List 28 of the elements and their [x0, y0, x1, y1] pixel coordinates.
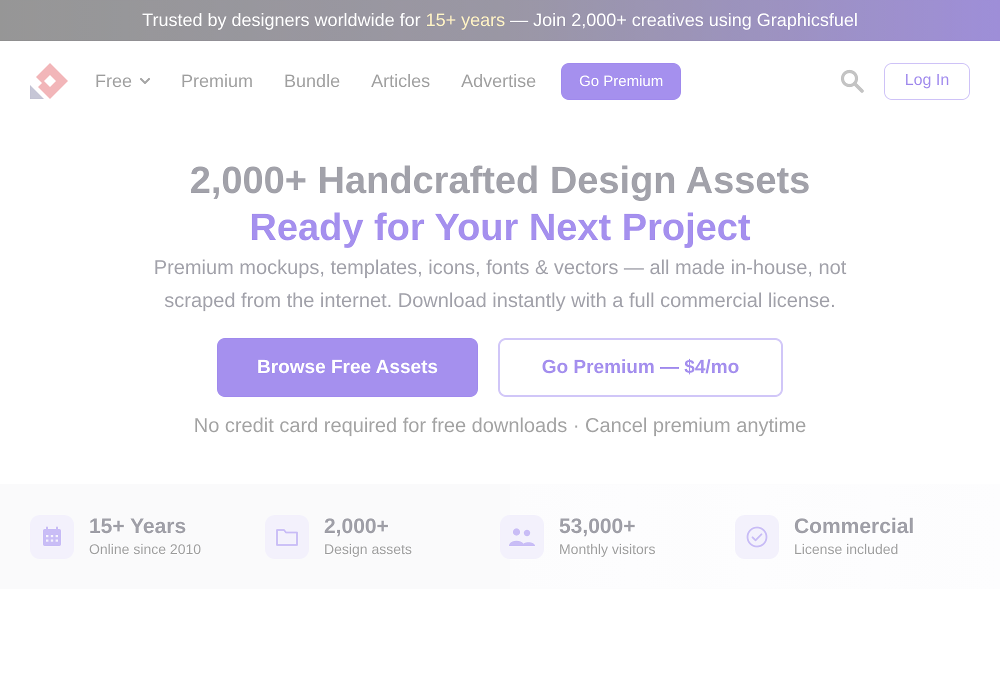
nav-link[interactable]: Advertise [461, 70, 536, 92]
premium-button[interactable]: Go Premium — $4/mo [498, 338, 783, 397]
stat-label: Design assets [324, 540, 412, 559]
chevron-down-icon [140, 78, 150, 84]
browse-button[interactable]: Browse Free Assets [217, 338, 478, 397]
hero-note: No credit card required for free downloads · Cancel premium anytime [194, 414, 806, 439]
folder-icon [265, 514, 309, 558]
stat-value: Commercial [794, 514, 914, 539]
nav-link[interactable]: Free [95, 70, 150, 92]
login-button[interactable]: Log In [884, 62, 970, 100]
nav-link[interactable]: Articles [371, 70, 430, 92]
hero-subtitle: Ready for Your Next Project [249, 206, 751, 251]
nav-link[interactable]: Premium [181, 70, 254, 92]
stat-value: 53,000+ [559, 514, 636, 539]
announcement-text: Trusted by designers worldwide for 15+ years — Join 2,000+ creatives using Graphicsfuel [142, 10, 858, 31]
go-premium-button[interactable]: Go Premium [561, 62, 682, 100]
stat-value: 15+ Years [89, 514, 188, 539]
stat-label: Monthly visitors [559, 540, 656, 559]
calendar-icon [30, 514, 74, 558]
users-icon [500, 514, 544, 558]
nav-link[interactable]: Bundle [284, 70, 340, 92]
stat-label: License included [794, 540, 900, 559]
stat-value: 2,000+ [324, 514, 390, 539]
search-icon[interactable] [840, 69, 864, 93]
hero-description: Premium mockups, templates, icons, fonts & vectors — all made in-house, not scraped from the internet. Download instantly with a full commercial license. [152, 256, 848, 314]
logo-icon[interactable] [30, 61, 70, 101]
hero-title: 2,000+ Handcrafted Design Assets [190, 159, 810, 204]
stat-label: Online since 2010 [89, 540, 202, 559]
